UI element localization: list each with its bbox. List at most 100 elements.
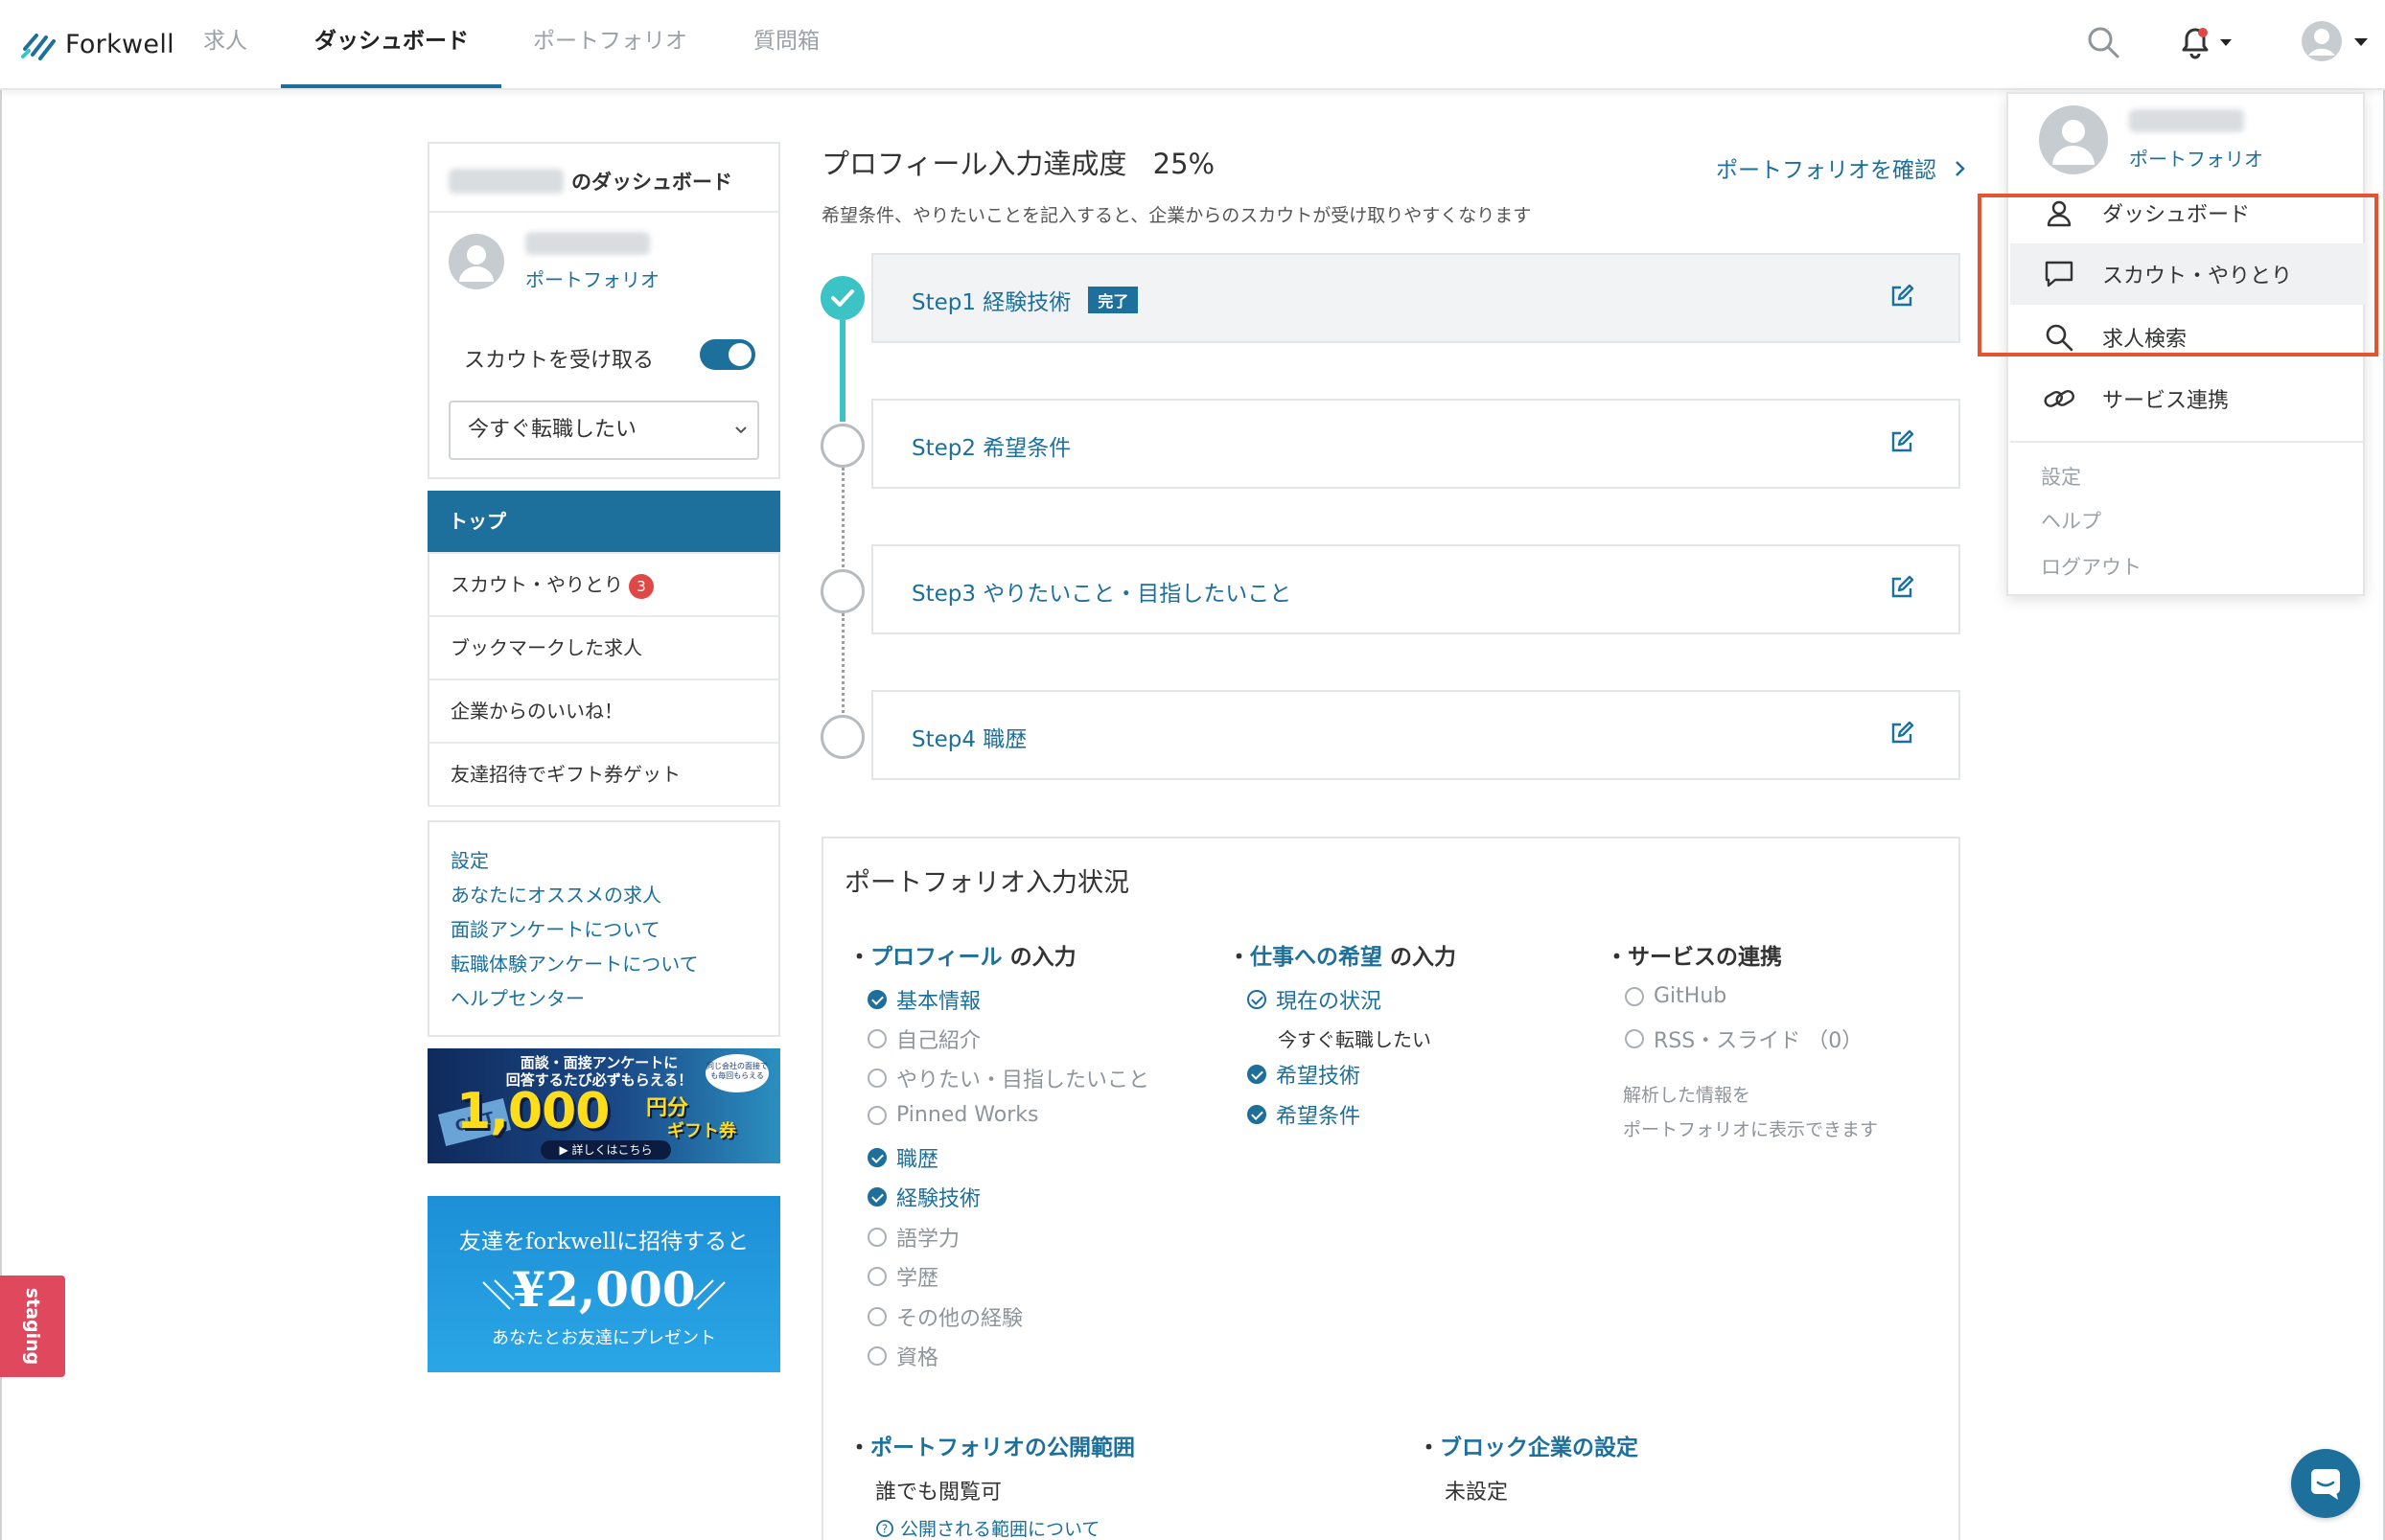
step-card-2[interactable]: Step2 希望条件 (871, 399, 1960, 489)
check-label: 希望技術 (1276, 1065, 1361, 1089)
check-work-history[interactable]: 職歴 (868, 1142, 938, 1173)
step-card-3[interactable]: Step3 やりたいこと・目指したいこと (871, 544, 1960, 634)
check-current-status[interactable]: 現在の状況 (1247, 984, 1381, 1015)
dropdown-help[interactable]: ヘルプ (2041, 506, 2101, 535)
sidebar-portfolio-link[interactable]: ポートフォリオ (525, 264, 660, 292)
portfolio-check-link[interactable]: ポートフォリオを確認 (1716, 151, 1966, 184)
check-label: 基本情報 (896, 990, 982, 1014)
service-link-title: サービスの連携 (1628, 945, 1782, 970)
sidebar-item-top[interactable]: トップ (428, 491, 780, 554)
staging-tab[interactable]: staging (0, 1276, 65, 1377)
link-help-center[interactable]: ヘルプセンター (451, 981, 778, 1016)
dropdown-settings[interactable]: 設定 (2041, 462, 2081, 491)
logo-text: Forkwell (65, 29, 174, 59)
check-label: 自己紹介 (896, 1029, 982, 1053)
completion-percent: 25% (1152, 148, 1216, 180)
check-certifications[interactable]: 資格 (868, 1341, 938, 1371)
user-avatar-menu[interactable] (2301, 19, 2372, 67)
check-desired-skills[interactable]: 希望技術 (1247, 1059, 1360, 1090)
avatar-icon (449, 234, 504, 289)
nav-jobs[interactable]: 求人 (203, 0, 247, 90)
step-pending-circle (821, 715, 865, 759)
sidebar-item-bookmarks[interactable]: ブックマークした求人 (428, 617, 780, 680)
notification-bell-icon[interactable] (2178, 25, 2235, 63)
dropdown-item-service-link[interactable]: サービス連携 (2010, 368, 2365, 429)
checked-circle-icon (868, 990, 887, 1009)
block-company-link[interactable]: ブロック企業の設定 (1440, 1436, 1638, 1460)
sidebar-item-likes[interactable]: 企業からのいいね！ (428, 680, 780, 744)
portfolio-status-panel: ポートフォリオ入力状況 ・プロフィール の入力 基本情報 自己紹介 やりたい・目… (822, 837, 1960, 1540)
nav-dashboard[interactable]: ダッシュボード (314, 0, 469, 90)
step-card-4[interactable]: Step4 職歴 (871, 690, 1960, 780)
check-other-experience[interactable]: その他の経験 (868, 1301, 1023, 1332)
question-circle-icon: ? (876, 1519, 893, 1537)
edit-icon[interactable] (1889, 721, 1914, 746)
step-title: Step3 やりたいこと・目指したいこと (912, 582, 1292, 607)
link-settings[interactable]: 設定 (451, 843, 778, 878)
link-chain-icon (2044, 389, 2074, 407)
link-job-change-survey[interactable]: 転職体験アンケートについて (451, 947, 778, 981)
check-label: RSS・スライド （0） (1654, 1029, 1864, 1053)
support-chat-button[interactable] (2291, 1449, 2360, 1518)
complete-tag: 完了 (1088, 287, 1139, 313)
check-label: やりたい・目指したいこと (896, 1069, 1150, 1092)
empty-circle-icon (868, 1346, 887, 1366)
sidebar-item-invite[interactable]: 友達招待でギフト券ゲット (428, 744, 780, 807)
check-label: 語学力 (896, 1228, 961, 1252)
edit-icon[interactable] (1889, 429, 1914, 454)
service-link-heading: ・サービスの連携 (1606, 945, 1782, 970)
invite-friend-banner[interactable]: 友達をforkwellに招待すると ¥2,000 あなたとお友達にプレゼント (428, 1196, 780, 1372)
dropdown-logout[interactable]: ログアウト (2041, 552, 2142, 581)
check-rss-slides[interactable]: RSS・スライド （0） (1625, 1023, 1863, 1054)
timeline-dotted (842, 613, 845, 713)
visibility-link[interactable]: ポートフォリオの公開範囲 (870, 1436, 1135, 1460)
check-language[interactable]: 語学力 (868, 1222, 960, 1253)
block-company-heading: ・ブロック企業の設定 (1418, 1436, 1638, 1460)
visibility-help-link[interactable]: ? 公開される範囲について (875, 1515, 1100, 1540)
job-preference-link[interactable]: 仕事への希望 (1250, 945, 1382, 970)
job-status-select[interactable]: 今すぐ転職したい (449, 401, 759, 460)
check-pinned-works[interactable]: Pinned Works (868, 1103, 1038, 1127)
check-label: その他の経験 (896, 1307, 1024, 1331)
heading-suffix: の入力 (1009, 945, 1077, 970)
username-blurred (449, 169, 564, 194)
check-self-intro[interactable]: 自己紹介 (868, 1023, 981, 1054)
dropdown-username-blurred (2129, 109, 2244, 132)
scout-toggle-label: スカウトを受け取る (464, 349, 655, 373)
edit-icon[interactable] (1889, 284, 1914, 309)
link-recommended-jobs[interactable]: あなたにオススメの求人 (451, 878, 778, 912)
link-interview-survey[interactable]: 面談アンケートについて (451, 912, 778, 947)
job-status-value: 今すぐ転職したい (468, 418, 637, 442)
chevron-right-icon (1956, 161, 1966, 176)
check-label: 経験技術 (896, 1187, 982, 1211)
banner-amount: 1,000 (456, 1083, 610, 1140)
step-title: Step4 職歴 (912, 727, 1028, 752)
nav-portfolio[interactable]: ポートフォリオ (533, 0, 687, 90)
empty-circle-icon (868, 1267, 887, 1286)
step-complete-check-icon (821, 276, 865, 320)
sidebar-item-scout[interactable]: スカウト・やりとり 3 (428, 554, 780, 617)
survey-gift-banner[interactable]: GIFT 面談・面接アンケートに 回答するたび必ずもらえる！ 同じ会社の面接でも… (428, 1048, 780, 1163)
check-skills[interactable]: 経験技術 (868, 1182, 981, 1212)
edit-icon[interactable] (1889, 575, 1914, 600)
banner-unit2: ギフト券 (667, 1121, 736, 1141)
check-label: 資格 (896, 1346, 939, 1370)
dashboard-heading: のダッシュボード (449, 167, 732, 195)
check-desired-conditions[interactable]: 希望条件 (1247, 1099, 1360, 1130)
search-icon[interactable] (2086, 25, 2120, 63)
check-education[interactable]: 学歴 (868, 1261, 938, 1292)
step-card-1[interactable]: Step1 経験技術 完了 (871, 253, 1960, 343)
timeline-progress (840, 320, 845, 422)
check-basic-info[interactable]: 基本情報 (868, 984, 981, 1015)
check-goals[interactable]: やりたい・目指したいこと (868, 1063, 1149, 1093)
block-company-value: 未設定 (1445, 1481, 1509, 1505)
check-github[interactable]: GitHub (1625, 984, 1726, 1008)
empty-circle-icon (868, 1307, 887, 1326)
sidebar-item-label: スカウト・やりとり (451, 573, 623, 596)
scout-toggle[interactable] (700, 339, 755, 370)
profile-link[interactable]: プロフィール (870, 945, 1003, 970)
forkwell-logo[interactable]: Forkwell (21, 25, 174, 63)
profile-panel: のダッシュボード ポートフォリオ スカウトを受け取る 今すぐ転職したい (428, 142, 780, 479)
dropdown-portfolio-link[interactable]: ポートフォリオ (2129, 144, 2263, 172)
nav-question-box[interactable]: 質問箱 (753, 0, 820, 90)
